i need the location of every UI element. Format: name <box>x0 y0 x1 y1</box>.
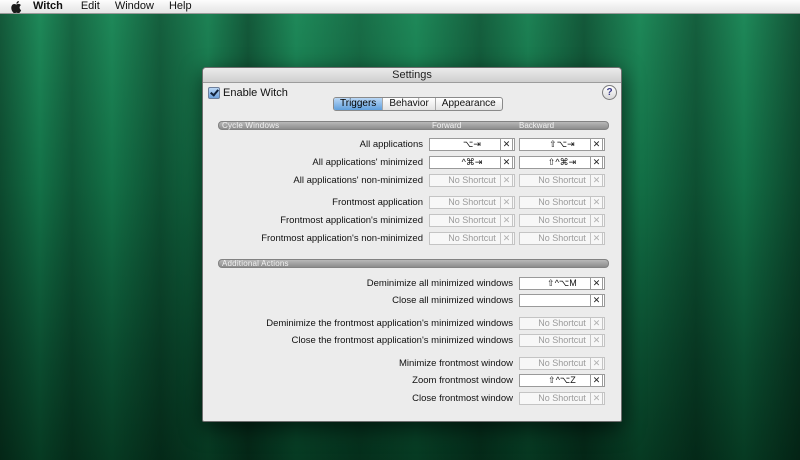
menu-bar: Witch Edit Window Help <box>0 0 800 14</box>
window-title[interactable]: Settings <box>203 68 621 83</box>
row-label-close-frontmost-minimized: Close the frontmost application's minimi… <box>291 335 513 346</box>
clear-icon[interactable]: ✕ <box>590 317 603 330</box>
help-button[interactable]: ? <box>602 85 617 100</box>
row-label-zoom-frontmost: Zoom frontmost window <box>412 375 513 386</box>
menu-app-name[interactable]: Witch <box>33 0 63 13</box>
tab-behavior[interactable]: Behavior <box>382 98 434 110</box>
clear-icon[interactable]: ✕ <box>590 214 603 227</box>
row-label-close-all-minimized: Close all minimized windows <box>392 295 513 306</box>
clear-icon[interactable]: ✕ <box>500 232 513 245</box>
clear-icon[interactable]: ✕ <box>590 374 603 387</box>
clear-icon[interactable]: ✕ <box>590 232 603 245</box>
menu-help[interactable]: Help <box>169 0 192 13</box>
row-label-all-applications-minimized: All applications' minimized <box>312 157 423 168</box>
clear-icon[interactable]: ✕ <box>590 392 603 405</box>
row-label-frontmost-application-minimized: Frontmost application's minimized <box>280 215 423 226</box>
clear-icon[interactable]: ✕ <box>500 196 513 209</box>
clear-icon[interactable]: ✕ <box>500 174 513 187</box>
clear-icon[interactable]: ✕ <box>500 214 513 227</box>
row-label-close-frontmost: Close frontmost window <box>412 393 513 404</box>
row-label-all-applications: All applications <box>359 139 423 150</box>
row-label-minimize-frontmost: Minimize frontmost window <box>398 358 513 369</box>
apple-menu-icon[interactable] <box>11 0 23 13</box>
enable-witch-checkbox[interactable] <box>208 87 220 99</box>
clear-icon[interactable]: ✕ <box>590 357 603 370</box>
clear-icon[interactable]: ✕ <box>590 277 603 290</box>
enable-witch-label: Enable Witch <box>223 87 288 99</box>
row-label-deminimize-frontmost: Deminimize the frontmost application's m… <box>266 318 513 329</box>
clear-icon[interactable]: ✕ <box>590 196 603 209</box>
tab-bar: Triggers Behavior Appearance <box>333 97 503 111</box>
backward-column-header: Backward <box>519 121 555 130</box>
clear-icon[interactable]: ✕ <box>590 334 603 347</box>
settings-window: Settings Enable Witch ? Triggers Behavio… <box>202 67 622 422</box>
forward-column-header: Forward <box>432 121 462 130</box>
clear-icon[interactable]: ✕ <box>500 138 513 151</box>
clear-icon[interactable]: ✕ <box>590 138 603 151</box>
tab-appearance[interactable]: Appearance <box>434 98 502 110</box>
menu-edit[interactable]: Edit <box>81 0 100 13</box>
row-label-frontmost-application-non-minimized: Frontmost application's non-minimized <box>261 233 423 244</box>
clear-icon[interactable]: ✕ <box>500 156 513 169</box>
additional-actions-section-label: Additional Actions <box>222 259 289 268</box>
enable-witch-toggle[interactable]: Enable Witch <box>208 87 288 99</box>
row-label-deminimize-all: Deminimize all minimized windows <box>366 278 513 289</box>
cycle-windows-section-label: Cycle Windows <box>222 121 280 130</box>
clear-icon[interactable]: ✕ <box>590 294 603 307</box>
clear-icon[interactable]: ✕ <box>590 174 603 187</box>
menu-window[interactable]: Window <box>115 0 154 13</box>
row-label-frontmost-application: Frontmost application <box>332 197 423 208</box>
clear-icon[interactable]: ✕ <box>590 156 603 169</box>
row-label-all-applications-non-minimized: All applications' non-minimized <box>293 175 423 186</box>
tab-triggers[interactable]: Triggers <box>334 98 383 110</box>
